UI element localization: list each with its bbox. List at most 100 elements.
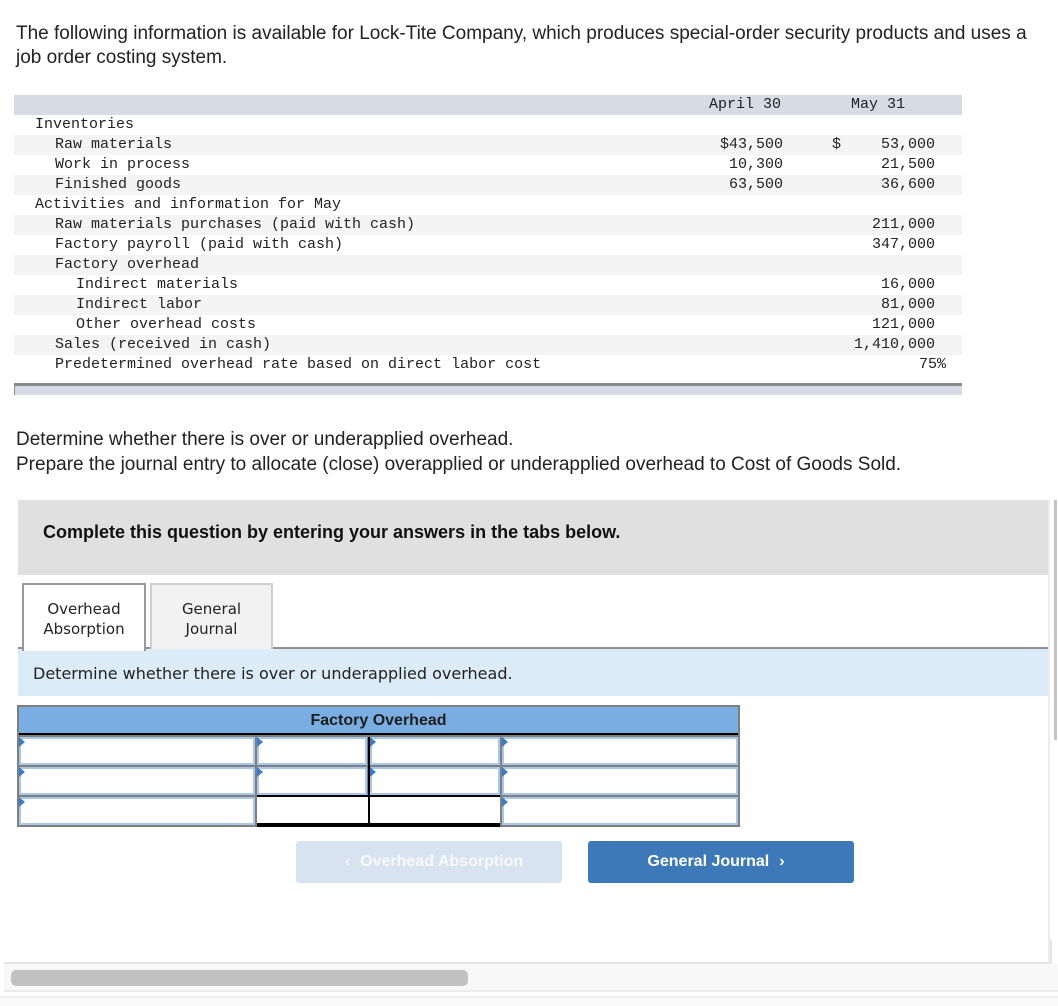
problem-intro: The following information is available f… xyxy=(16,23,1027,68)
data-table-row: Raw materials $43,500 $53,000 xyxy=(14,135,962,155)
credit-label-input-2[interactable] xyxy=(502,767,738,795)
next-tab-label: General Journal xyxy=(647,853,770,870)
row-label: Factory overhead xyxy=(55,256,200,273)
row-label: Activities and information for May xyxy=(35,196,342,213)
credit-label-field-1[interactable] xyxy=(504,739,736,763)
dropdown-flag-icon xyxy=(370,737,376,747)
row-label: Sales (received in cash) xyxy=(55,336,272,353)
debit-label-field-2[interactable] xyxy=(21,769,253,793)
tab-panel-prompt: Determine whether there is over or under… xyxy=(33,664,513,683)
banner-text: Complete this question by entering your … xyxy=(43,522,621,542)
row-label: Inventories xyxy=(35,116,135,133)
credit-amount-field-1[interactable] xyxy=(372,739,498,763)
may-value: 16,000 xyxy=(880,276,935,293)
dropdown-flag-icon xyxy=(257,737,263,747)
tab-label-line1: General xyxy=(181,600,242,618)
debit-label-input-2[interactable] xyxy=(19,767,255,795)
t-account-title: Factory Overhead xyxy=(19,707,738,735)
data-table: April 30 May 31 Inventories Raw materials… xyxy=(14,95,962,395)
april-value: 10,300 xyxy=(728,156,783,173)
may-currency: $ xyxy=(832,136,842,153)
dropdown-flag-icon xyxy=(19,797,25,807)
row-label: Finished goods xyxy=(55,176,182,193)
row-label: Factory payroll (paid with cash) xyxy=(55,236,344,253)
debit-amount-input-1[interactable] xyxy=(257,737,367,765)
debit-amount-field-2[interactable] xyxy=(259,769,365,793)
horizontal-scrollbar-thumb[interactable] xyxy=(11,970,468,986)
data-table-row: Indirect labor 81,000 xyxy=(14,295,962,315)
may-value: 1,410,000 xyxy=(853,336,935,353)
tab-label-line1: Overhead xyxy=(47,600,121,618)
debit-label-field-1[interactable] xyxy=(21,739,253,763)
data-table-row: Work in process 10,300 21,500 xyxy=(14,155,962,175)
instructions: Determine whether there is over or under… xyxy=(16,427,1046,477)
credit-amount-input-2[interactable] xyxy=(370,767,500,795)
credit-amount-input-1[interactable] xyxy=(370,737,500,765)
data-table-row: Raw materials purchases (paid with cash)… xyxy=(14,215,962,235)
data-table-row: Finished goods 63,500 36,600 xyxy=(14,175,962,195)
window-bottom-edge xyxy=(0,996,1058,1006)
prev-tab-button[interactable]: ‹ Overhead Absorption xyxy=(296,841,562,883)
debit-amount-input-2[interactable] xyxy=(257,767,367,795)
data-table-header: April 30 May 31 xyxy=(14,95,962,115)
row-label: Predetermined overhead rate based on dir… xyxy=(55,356,542,373)
column-header-april: April 30 xyxy=(709,96,782,113)
tab-label-line2: Absorption xyxy=(43,620,125,638)
debit-amount-field-1[interactable] xyxy=(259,739,365,763)
balance-label-right-input[interactable] xyxy=(502,797,738,825)
data-table-row: Inventories xyxy=(14,115,962,135)
row-label: Raw materials purchases (paid with cash) xyxy=(55,216,416,233)
balance-amount-area xyxy=(257,795,500,827)
may-value: 211,000 xyxy=(871,216,935,233)
april-value: $43,500 xyxy=(719,136,783,153)
data-table-row: Other overhead costs 121,000 xyxy=(14,315,962,335)
tab-general-journal[interactable]: General Journal xyxy=(150,583,273,649)
instruction-line-1: Determine whether there is over or under… xyxy=(16,429,514,450)
row-label: Raw materials xyxy=(55,136,173,153)
may-value: 53,000 xyxy=(880,136,935,153)
tab-panel-prompt-bar: Determine whether there is over or under… xyxy=(18,649,1048,696)
dropdown-flag-icon xyxy=(502,797,508,807)
data-table-row: Activities and information for May xyxy=(14,195,962,215)
may-value: 75% xyxy=(918,356,946,373)
row-label: Work in process xyxy=(55,156,191,173)
balance-label-left-field[interactable] xyxy=(21,799,253,823)
may-value: 21,500 xyxy=(880,156,935,173)
t-account-center-divider xyxy=(368,737,370,827)
credit-label-field-2[interactable] xyxy=(504,769,736,793)
dropdown-flag-icon xyxy=(370,767,376,777)
data-table-row: Factory payroll (paid with cash) 347,000 xyxy=(14,235,962,255)
vertical-scrollbar[interactable] xyxy=(1048,500,1057,965)
instruction-banner: Complete this question by entering your … xyxy=(18,500,1048,575)
next-tab-button[interactable]: General Journal › xyxy=(588,841,854,883)
content-frame-bottom xyxy=(4,940,1052,964)
data-table-row: Predetermined overhead rate based on dir… xyxy=(14,355,962,375)
row-label: Indirect labor xyxy=(76,296,203,313)
tab-overhead-absorption[interactable]: Overhead Absorption xyxy=(22,583,146,651)
t-account-factory-overhead: Factory Overhead xyxy=(17,705,740,827)
column-header-may: May 31 xyxy=(851,96,906,113)
data-table-row: Factory overhead xyxy=(14,255,962,275)
credit-label-input-1[interactable] xyxy=(502,737,738,765)
row-label: Other overhead costs xyxy=(76,316,257,333)
credit-amount-field-2[interactable] xyxy=(372,769,498,793)
chevron-right-icon: › xyxy=(779,853,785,870)
balance-label-left-input[interactable] xyxy=(19,797,255,825)
dropdown-flag-icon xyxy=(502,767,508,777)
dropdown-flag-icon xyxy=(19,737,25,747)
may-value: 347,000 xyxy=(871,236,935,253)
data-table-row: Indirect materials 16,000 xyxy=(14,275,962,295)
instruction-line-2: Prepare the journal entry to allocate (c… xyxy=(16,454,902,475)
data-table-row: Sales (received in cash) 1,410,000 xyxy=(14,335,962,355)
prev-tab-label: Overhead Absorption xyxy=(360,853,524,870)
dropdown-flag-icon xyxy=(19,767,25,777)
april-value: 63,500 xyxy=(728,176,783,193)
chevron-left-icon: ‹ xyxy=(344,853,351,870)
debit-label-input-1[interactable] xyxy=(19,737,255,765)
balance-label-right-field[interactable] xyxy=(504,799,736,823)
data-table-footer xyxy=(14,383,962,395)
dropdown-flag-icon xyxy=(257,767,263,777)
vertical-scrollbar-thumb[interactable] xyxy=(1054,500,1057,740)
horizontal-scrollbar[interactable] xyxy=(4,964,1058,992)
may-value: 121,000 xyxy=(871,316,935,333)
